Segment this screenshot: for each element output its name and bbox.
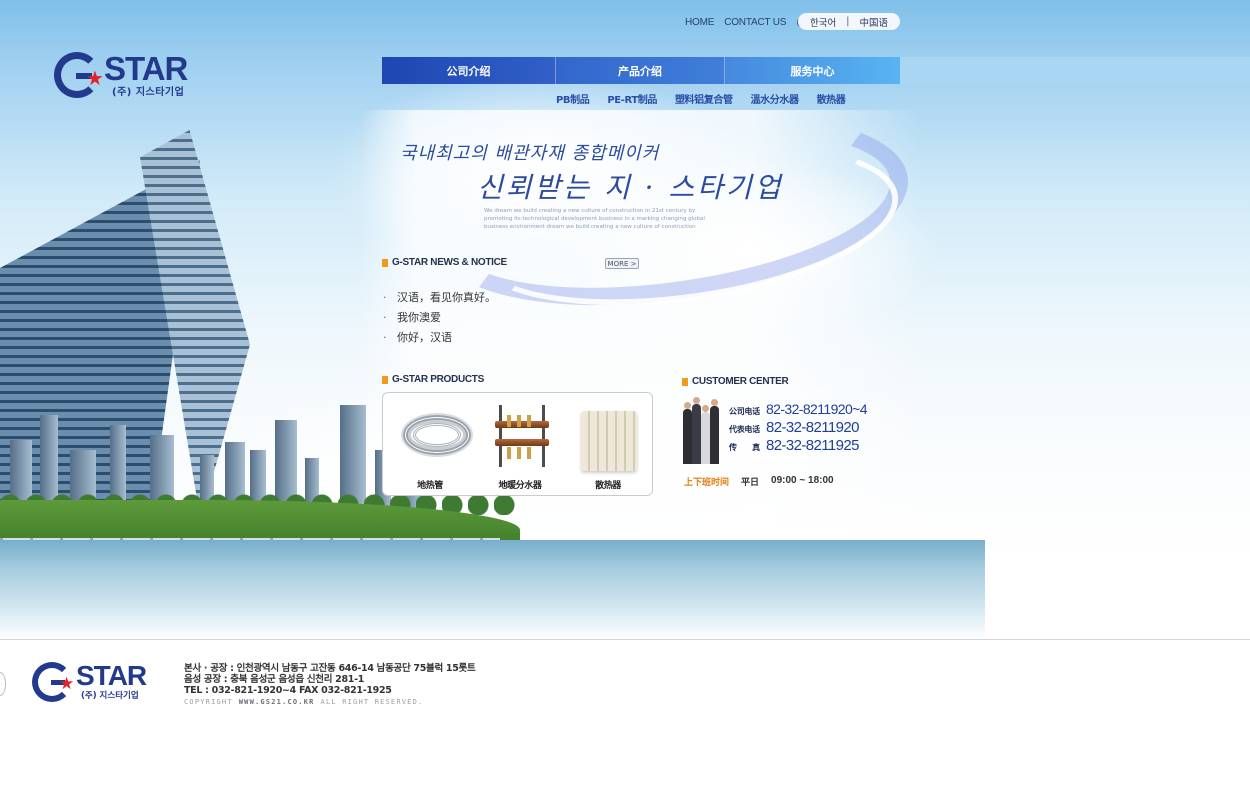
office-hours: 上下班时间 平日 09:00 ~ 18:00 <box>684 475 834 488</box>
news-more-button[interactable]: MORE > <box>605 258 639 269</box>
footer-company-info: 본사 · 공장 : 인천광역시 남동구 고잔동 646-14 남동공단 75블럭… <box>184 663 476 696</box>
brand-logo[interactable]: ★ STAR (주) 지스타기업 <box>54 50 194 100</box>
bullet-icon <box>682 377 688 386</box>
news-list: · 汉语，看见你真好。 · 我你澳爱 · 你好，汉语 <box>383 287 496 347</box>
products-panel: 地热管 地暖分水器 散热器 <box>382 392 653 496</box>
footer-address-hq: 본사 · 공장 : 인천광역시 남동구 고잔동 646-14 남동공단 75블럭… <box>184 663 476 674</box>
product-label: 地热管 <box>417 481 443 491</box>
decorative-curve <box>0 672 6 696</box>
star-icon: ★ <box>59 674 75 694</box>
lang-chinese-link[interactable]: 中国语 <box>859 15 888 29</box>
subnav-aluminum-plastic[interactable]: 塑料铝复合管 <box>675 91 733 106</box>
logo-subtitle: (주) 지스타기업 <box>81 691 139 701</box>
footer-copyright: COPYRIGHT WWW.GS21.CO.KR ALL RIGHT RESERVE… <box>184 698 424 706</box>
footer-phone-fax: TEL : 032-821-1920~4 FAX 032-821-1925 <box>184 685 392 696</box>
subnav-manifold[interactable]: 溫水分水器 <box>751 91 799 106</box>
language-switcher: 한국어 | 中国语 <box>798 13 900 30</box>
home-link[interactable]: HOME <box>685 17 714 28</box>
lang-separator: | <box>846 16 850 27</box>
subnav-pe-rt[interactable]: PE-RT制品 <box>607 91 657 106</box>
news-section-title: G-STAR NEWS & NOTICE <box>382 257 507 268</box>
utility-nav: HOME CONTACT US @ <box>685 14 806 30</box>
phone-row: 代表电话 82-32-8211920 <box>729 419 859 436</box>
river-water <box>0 540 985 640</box>
nav-service-center[interactable]: 服务中心 <box>725 57 900 84</box>
nav-product-intro[interactable]: 产品介绍 <box>556 57 725 84</box>
product-floor-manifold[interactable]: 地暖分水器 <box>475 393 565 497</box>
office-hours-label: 上下班时间 <box>684 478 730 488</box>
bullet-icon <box>382 258 388 267</box>
main-nav: 公司介绍 产品介绍 服务中心 <box>382 57 900 84</box>
slogan-english: We dream we build creating a new culture… <box>484 208 705 230</box>
staff-photo <box>682 397 720 464</box>
logo-subtitle: (주) 지스타기업 <box>112 87 185 98</box>
contact-us-link[interactable]: CONTACT US <box>724 17 786 28</box>
product-radiator[interactable]: 散热器 <box>563 393 653 497</box>
office-hours-day: 平日 <box>741 478 760 488</box>
sub-nav: PB制品 PE-RT制品 塑料铝复合管 溫水分水器 散热器 <box>556 91 863 106</box>
customer-center-title: CUSTOMER CENTER <box>682 376 789 387</box>
office-hours-time: 09:00 ~ 18:00 <box>771 475 834 486</box>
news-item[interactable]: · 汉语，看见你真好。 <box>383 287 496 307</box>
logo-wordmark: STAR <box>76 660 147 691</box>
radiator-image <box>581 411 637 471</box>
subnav-radiator[interactable]: 散热器 <box>817 91 846 106</box>
products-section-title: G-STAR PRODUCTS <box>382 374 484 385</box>
bullet-icon <box>382 375 388 384</box>
product-label: 地暖分水器 <box>498 481 542 491</box>
subnav-pb[interactable]: PB制品 <box>556 91 590 106</box>
lang-korean-link[interactable]: 한국어 <box>810 15 836 29</box>
footer-address-factory: 음성 공장 : 충북 음성군 음성읍 신천리 281-1 <box>184 674 365 685</box>
phone-number: 82-32-8211920~4 <box>766 401 868 417</box>
contact-numbers: 公司电话 82-32-8211920~4 代表电话 82-32-8211920 … <box>729 401 868 455</box>
footer-logo[interactable]: ★ STAR (주) 지스타기업 <box>32 660 152 704</box>
footer-site-link[interactable]: WWW.GS21.CO.KR <box>239 698 315 706</box>
manifold-image <box>495 405 549 467</box>
fax-number: 82-32-8211925 <box>766 437 859 454</box>
nav-company-intro[interactable]: 公司介绍 <box>382 57 556 84</box>
slogan-line-2: 신뢰받는 지 · 스타기업 <box>477 171 784 204</box>
star-icon: ★ <box>86 66 104 90</box>
nav-bar-extension <box>900 57 1250 84</box>
news-item[interactable]: · 你好，汉语 <box>383 327 496 347</box>
footer-divider <box>0 639 1250 640</box>
product-label: 散热器 <box>595 481 621 491</box>
fax-row: 传 真 82-32-8211925 <box>729 437 859 454</box>
phone-number: 82-32-8211920 <box>766 419 859 436</box>
slogan-line-1: 국내최고의 배관자재 종합메이커 <box>400 143 660 164</box>
news-item[interactable]: · 我你澳爱 <box>383 307 496 327</box>
product-floor-heating-pipe[interactable]: 地热管 <box>385 393 475 497</box>
phone-row: 公司电话 82-32-8211920~4 <box>729 401 868 417</box>
page: HOME CONTACT US @ 한국어 | 中国语 ★ STAR (주) 지… <box>0 0 1250 800</box>
